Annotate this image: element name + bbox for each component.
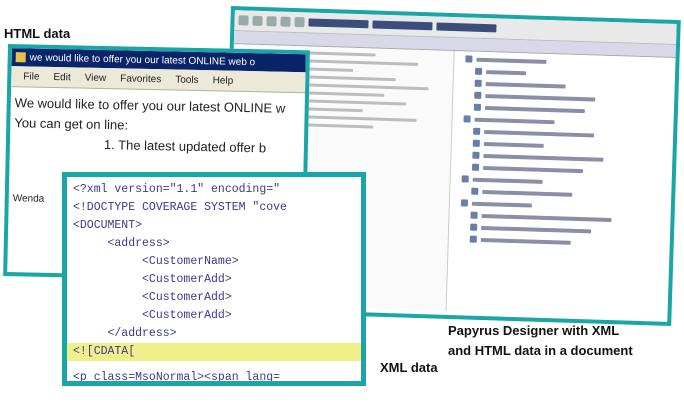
xml-editor-window: <?xml version="1.1" encoding=" <!DOCTYPE…: [62, 172, 366, 386]
node-icon: [474, 91, 482, 99]
node-icon: [473, 127, 481, 135]
xml-data-label: XML data: [380, 360, 438, 375]
xml-line: <DOCUMENT>: [73, 219, 143, 232]
xml-line: <p class=MsoNormal><span lang=: [73, 371, 281, 384]
toolbar-button-icon[interactable]: [266, 16, 277, 27]
browser-title: we would like to offer you our latest ON…: [29, 51, 256, 68]
folder-icon: [461, 175, 469, 183]
tree-node[interactable]: [469, 235, 666, 250]
folder-icon: [460, 199, 469, 207]
menu-help[interactable]: Help: [213, 75, 234, 86]
papyrus-caption-line1: Papyrus Designer with XML: [448, 323, 620, 338]
toolbar-button-icon[interactable]: [238, 15, 249, 26]
xml-line: <CustomerAdd>: [73, 291, 232, 304]
xml-line: </address>: [73, 327, 177, 340]
node-icon: [474, 67, 483, 75]
toolbar-dropdown[interactable]: [372, 20, 433, 31]
xml-line: <?xml version="1.1" encoding=": [73, 183, 281, 196]
menu-favorites[interactable]: Favorites: [120, 73, 161, 85]
node-icon: [470, 211, 478, 219]
menu-tools[interactable]: Tools: [175, 74, 199, 85]
toolbar-dropdown[interactable]: [308, 18, 369, 29]
papyrus-caption: Papyrus Designer with XML and HTML data …: [448, 321, 633, 361]
menu-view[interactable]: View: [85, 72, 107, 83]
node-icon: [472, 151, 480, 159]
toolbar-button-icon[interactable]: [252, 15, 263, 26]
browser-icon: [15, 52, 26, 63]
xml-line-cdata-highlighted: <![CDATA[: [67, 343, 361, 361]
node-icon: [471, 187, 479, 195]
xml-line: <address>: [73, 237, 170, 250]
toolbar-button-icon[interactable]: [280, 16, 291, 27]
node-icon: [469, 235, 477, 243]
xml-line: <!DOCTYPE COVERAGE SYSTEM "cove: [73, 201, 287, 214]
node-icon: [470, 223, 478, 231]
node-icon: [471, 163, 480, 171]
menu-file[interactable]: File: [23, 71, 39, 82]
folder-icon: [463, 115, 471, 123]
xml-line: <CustomerAdd>: [73, 309, 232, 322]
toolbar-button-icon[interactable]: [294, 17, 305, 28]
node-icon: [473, 103, 482, 111]
menu-edit[interactable]: Edit: [53, 71, 70, 82]
xml-line: <CustomerName>: [73, 255, 239, 268]
structure-tree-pane: [449, 51, 672, 318]
toolbar-dropdown[interactable]: [436, 22, 497, 33]
node-icon: [472, 139, 480, 147]
html-data-label: HTML data: [4, 26, 71, 41]
xml-source: <?xml version="1.1" encoding=" <!DOCTYPE…: [67, 177, 361, 384]
node-icon: [474, 79, 482, 87]
papyrus-caption-line2: and HTML data in a document: [448, 343, 633, 358]
xml-line: <CustomerAdd>: [73, 273, 232, 286]
folder-icon: [465, 55, 473, 63]
